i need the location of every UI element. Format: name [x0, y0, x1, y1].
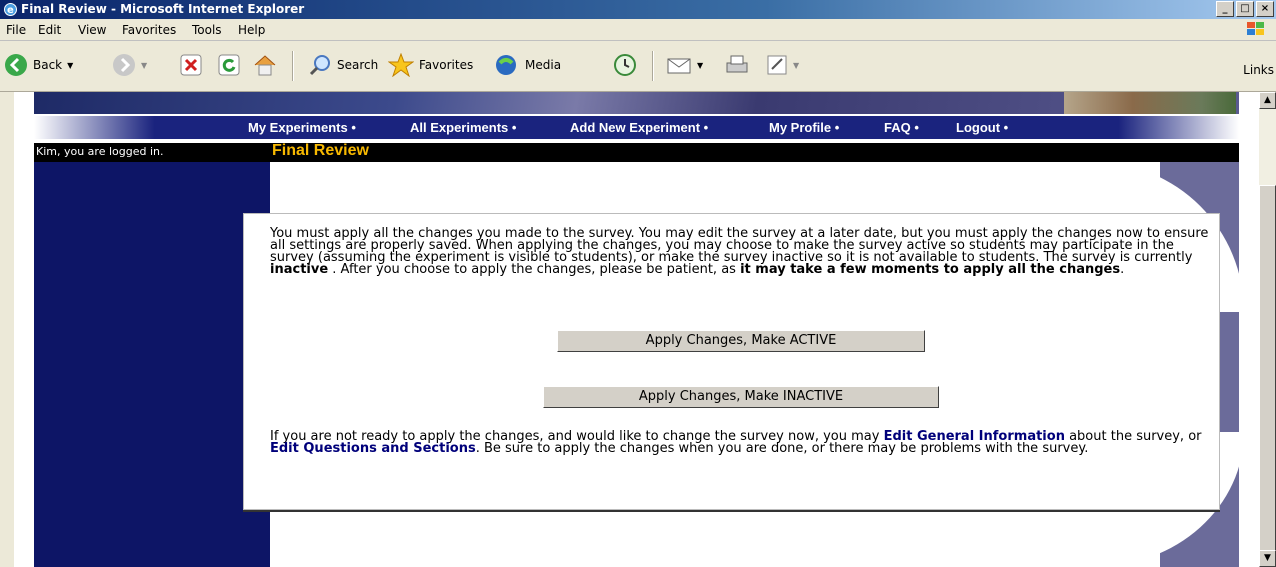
edit-button[interactable]: ▼ [766, 53, 799, 77]
mail-button[interactable]: ▼ [666, 53, 703, 77]
ie-icon: e [4, 3, 17, 16]
star-icon [388, 53, 414, 77]
edit-questions-link[interactable]: Edit Questions and Sections [270, 441, 476, 456]
search-icon [309, 55, 330, 76]
outro-paragraph: If you are not ready to apply the change… [270, 429, 1202, 456]
history-button[interactable] [612, 53, 638, 77]
refresh-icon [218, 54, 240, 76]
favorites-button[interactable]: Favorites [388, 53, 473, 77]
menu-edit[interactable]: Edit [38, 23, 61, 37]
toolbar: Back ▼ ▼ Search Favorites Media ▼ ▼ Link [0, 41, 1276, 92]
chevron-down-icon: ▼ [141, 60, 148, 70]
window-title: Final Review - Microsoft Internet Explor… [21, 2, 305, 16]
header-row: Kim, you are logged in. Final Review [34, 142, 1239, 162]
menu-favorites[interactable]: Favorites [122, 23, 176, 37]
back-arrow-icon [5, 54, 27, 76]
page-title: Final Review [272, 142, 369, 159]
home-icon [254, 55, 276, 76]
nav-my-profile[interactable]: My Profile • [769, 120, 839, 135]
history-icon [614, 54, 636, 76]
media-icon [496, 55, 516, 75]
vertical-scrollbar[interactable]: ▲ ▼ [1259, 92, 1276, 567]
menu-file[interactable]: File [6, 23, 26, 37]
home-button[interactable] [252, 53, 278, 77]
chevron-down-icon: ▼ [67, 60, 74, 70]
close-button[interactable]: × [1256, 1, 1274, 17]
media-button[interactable]: Media [494, 53, 561, 77]
minimize-button[interactable]: _ [1216, 1, 1234, 17]
left-frame [0, 92, 14, 567]
site-banner [34, 92, 1239, 114]
print-icon [726, 55, 748, 73]
search-button[interactable]: Search [308, 53, 378, 77]
banner-photo [1064, 92, 1236, 114]
scroll-thumb[interactable] [1259, 185, 1276, 563]
nav-logout[interactable]: Logout • [956, 120, 1008, 135]
menu-tools[interactable]: Tools [192, 23, 222, 37]
mail-icon [667, 58, 691, 74]
refresh-button[interactable] [218, 53, 240, 77]
chevron-down-icon: ▼ [793, 60, 800, 70]
apply-active-button[interactable]: Apply Changes, Make ACTIVE [557, 330, 925, 352]
back-button[interactable]: Back ▼ [4, 53, 73, 77]
forward-button[interactable]: ▼ [112, 53, 147, 77]
windows-logo-icon [1247, 22, 1264, 35]
menu-bar: File Edit View Favorites Tools Help [0, 19, 1276, 41]
intro-paragraph: You must apply all the changes you made … [270, 226, 1209, 277]
apply-inactive-button[interactable]: Apply Changes, Make INACTIVE [543, 386, 939, 408]
svg-text:e: e [7, 5, 14, 16]
login-status: Kim, you are logged in. [36, 145, 164, 158]
menu-help[interactable]: Help [238, 23, 265, 37]
scroll-up-button[interactable]: ▲ [1259, 92, 1276, 109]
menu-view[interactable]: View [78, 23, 106, 37]
title-bar: e Final Review - Microsoft Internet Expl… [0, 0, 1276, 19]
chevron-down-icon: ▼ [697, 60, 704, 70]
nav-add-new-experiment[interactable]: Add New Experiment • [570, 120, 708, 135]
stop-icon [180, 54, 202, 76]
links-toolbar[interactable]: Links [1243, 63, 1274, 77]
nav-all-experiments[interactable]: All Experiments • [410, 120, 516, 135]
forward-arrow-icon [113, 54, 135, 76]
edit-page-icon [767, 55, 787, 75]
print-button[interactable] [724, 53, 750, 77]
nav-bar: My Experiments • All Experiments • Add N… [34, 116, 1239, 139]
scroll-down-button[interactable]: ▼ [1259, 550, 1276, 567]
maximize-button[interactable]: □ [1236, 1, 1254, 17]
stop-button[interactable] [180, 53, 202, 77]
page-viewport: My Experiments • All Experiments • Add N… [14, 92, 1259, 567]
survey-status: inactive [270, 262, 329, 277]
nav-my-experiments[interactable]: My Experiments • [248, 120, 356, 135]
content-box: You must apply all the changes you made … [243, 213, 1220, 510]
nav-faq[interactable]: FAQ • [884, 120, 919, 135]
left-sidebar [34, 162, 270, 567]
